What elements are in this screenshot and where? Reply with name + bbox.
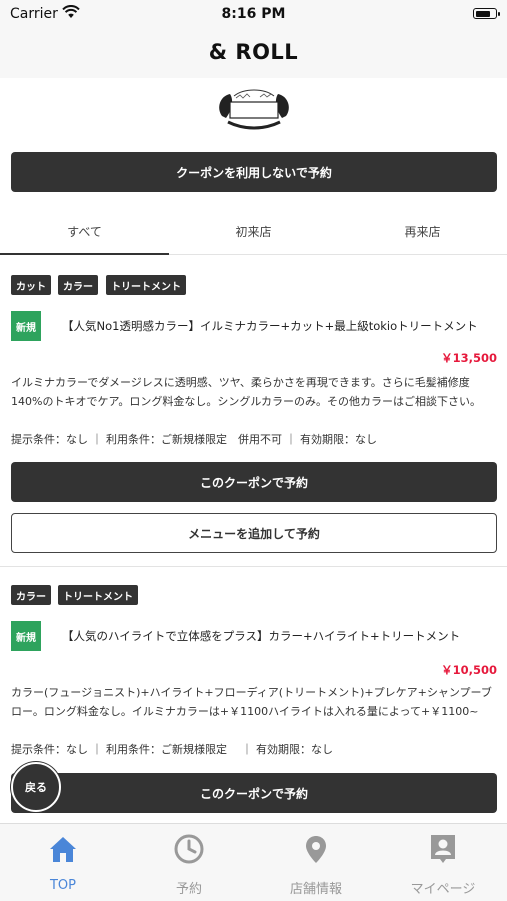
tab-bar-label: マイページ xyxy=(410,882,476,897)
coupon-price: ￥13,500 xyxy=(441,351,497,365)
salon-logo xyxy=(219,89,289,130)
new-customer-badge: 新規 xyxy=(11,311,41,341)
coupon-description: イルミナカラーでダメージレスに透明感、ツヤ、柔らかさを再現できます。さらに毛髪補… xyxy=(11,376,482,408)
tab-bar-item-reservation[interactable]: 予約 xyxy=(126,824,252,901)
coupon-price: ￥10,500 xyxy=(441,663,497,677)
nav-header: & ROLL xyxy=(0,30,507,78)
category-tag: トリートメント xyxy=(58,585,138,605)
coupon-title: 【人気No1透明感カラー】イルミナカラー+カット+最上級tokioトリートメント xyxy=(62,319,478,333)
reserve-with-coupon-button[interactable]: このクーポンで予約 xyxy=(11,462,497,502)
tab-bar-label: 店舗情報 xyxy=(289,882,342,897)
clock-time: 8:16 PM xyxy=(221,6,286,22)
reserve-without-coupon-button[interactable]: クーポンを利用しないで予約 xyxy=(11,152,497,192)
status-bar: Carrier 8:16 PM xyxy=(0,0,507,30)
page-title: & ROLL xyxy=(208,40,299,64)
bottom-tab-bar: TOP 予約 店舗情報 マイページ xyxy=(0,823,507,901)
coupon-description: カラー(フュージョニスト)+ハイライト+フローディア(トリートメント)+プレケア… xyxy=(11,686,492,718)
category-tag: カラー xyxy=(58,275,98,295)
category-tag: カラー xyxy=(11,585,51,605)
tab-bar-item-mypage[interactable]: マイページ xyxy=(380,824,506,901)
tab-bar-item-store-info[interactable]: 店舗情報 xyxy=(253,824,379,901)
back-button[interactable]: 戻る xyxy=(11,762,61,812)
battery-icon xyxy=(473,8,500,19)
category-tag: カット xyxy=(11,275,51,295)
divider xyxy=(0,566,507,567)
coupon-tabs: すべて 初来店 再来店 xyxy=(0,208,507,255)
tab-bar-item-top[interactable]: TOP xyxy=(0,824,126,901)
location-pin-icon xyxy=(306,836,326,863)
profile-icon xyxy=(431,835,455,863)
home-icon xyxy=(50,837,76,862)
coupon-title: 【人気のハイライトで立体感をプラス】カラー+ハイライト+トリートメント xyxy=(62,629,461,643)
new-customer-badge: 新規 xyxy=(11,621,41,651)
tab-repeat-visit[interactable]: 再来店 xyxy=(338,208,507,254)
tab-bar-label: TOP xyxy=(49,878,76,893)
coupon-conditions: 提示条件：なし ｜ 利用条件：ご新規様限定 併用不可 ｜ 有効期限：なし xyxy=(11,433,377,446)
coupon-conditions: 提示条件：なし ｜ 利用条件：ご新規様限定 ｜ 有効期限：なし xyxy=(11,743,333,756)
tab-all[interactable]: すべて xyxy=(0,208,169,255)
tab-bar-label: 予約 xyxy=(175,882,202,897)
category-tag: トリートメント xyxy=(106,275,186,295)
add-menu-reserve-button[interactable]: メニューを追加して予約 xyxy=(11,513,497,553)
reserve-with-coupon-button[interactable]: このクーポンで予約 xyxy=(11,773,497,813)
tab-first-visit[interactable]: 初来店 xyxy=(169,208,338,254)
clock-icon xyxy=(174,834,204,864)
